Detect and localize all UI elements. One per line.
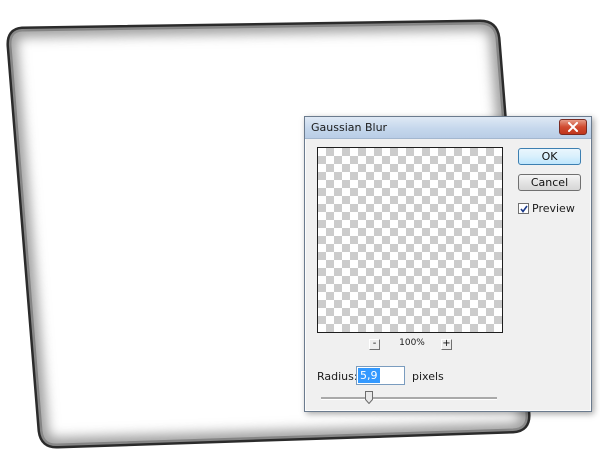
zoom-in-button[interactable]: + <box>441 339 452 350</box>
checkmark-icon <box>520 205 528 213</box>
radius-label: Radius: <box>317 370 358 383</box>
close-button[interactable] <box>559 119 587 135</box>
radius-value: 5,9 <box>358 368 380 383</box>
dialog-titlebar[interactable]: Gaussian Blur <box>305 117 591 139</box>
preview-label: Preview <box>532 202 575 215</box>
cancel-button[interactable]: Cancel <box>518 174 581 191</box>
radius-input[interactable]: 5,9 <box>356 366 405 385</box>
preview-pane[interactable] <box>317 147 503 333</box>
zoom-out-button[interactable]: - <box>369 339 380 350</box>
radius-slider-thumb[interactable] <box>364 391 373 404</box>
zoom-level-text: 100% <box>399 338 425 348</box>
preview-checkbox[interactable] <box>518 203 529 214</box>
radius-slider-track[interactable] <box>321 397 497 400</box>
ok-button[interactable]: OK <box>518 148 581 165</box>
close-icon <box>568 122 578 132</box>
pixels-unit-label: pixels <box>412 370 444 383</box>
dialog-title: Gaussian Blur <box>311 121 388 134</box>
gaussian-blur-dialog: Gaussian Blur - 100% + OK Cancel Preview… <box>304 116 592 412</box>
